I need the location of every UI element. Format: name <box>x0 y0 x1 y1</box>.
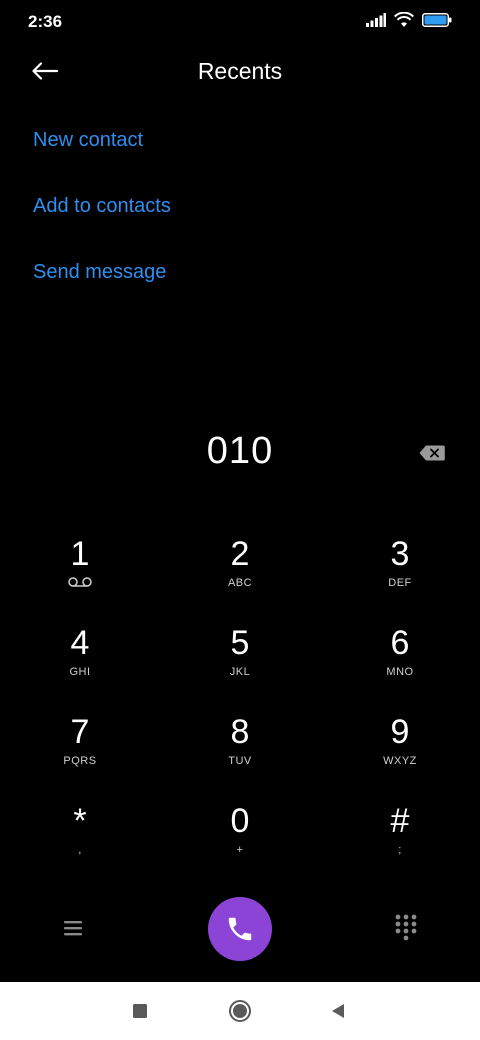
key-digit: 9 <box>390 713 410 751</box>
key-letters: PQRS <box>63 755 97 767</box>
keypad: 1 2 ABC 3 DEF 4 GHI 5 JKL 6 MNO 7 PQRS 8… <box>0 530 480 886</box>
backspace-button[interactable] <box>418 442 446 464</box>
key-digit: # <box>390 802 410 840</box>
key-digit: 1 <box>70 535 90 573</box>
home-icon <box>229 1000 251 1022</box>
key-0[interactable]: 0 + <box>160 797 320 886</box>
key-digit: * <box>73 802 87 840</box>
key-letters: , <box>78 844 82 856</box>
new-contact-link[interactable]: New contact <box>33 112 171 178</box>
dialer-bottom-bar <box>0 896 480 961</box>
key-letters: DEF <box>388 577 412 589</box>
key-6[interactable]: 6 MNO <box>320 619 480 708</box>
backspace-icon <box>419 445 445 461</box>
key-digit: 5 <box>230 624 250 662</box>
key-digit: 7 <box>70 713 90 751</box>
key-7[interactable]: 7 PQRS <box>0 708 160 797</box>
send-message-link[interactable]: Send message <box>33 244 171 310</box>
key-digit: 6 <box>390 624 410 662</box>
dialed-number[interactable]: 010 <box>0 430 480 473</box>
status-bar: 2:36 <box>0 0 480 44</box>
key-letters: ABC <box>227 577 253 589</box>
home-button[interactable] <box>228 999 252 1023</box>
status-icons <box>366 11 452 33</box>
key-letters: + <box>236 844 244 856</box>
key-star[interactable]: * , <box>0 797 160 886</box>
key-letters: JKL <box>229 666 251 678</box>
key-letters: MNO <box>386 666 414 678</box>
key-1[interactable]: 1 <box>0 530 160 619</box>
back-icon <box>332 1004 344 1018</box>
key-digit: 4 <box>70 624 90 662</box>
menu-button[interactable] <box>60 915 86 941</box>
dialpad-icon <box>395 914 417 941</box>
key-digit: 3 <box>390 535 410 573</box>
voicemail-icon <box>67 576 93 590</box>
wifi-icon <box>394 11 414 33</box>
page-title: Recents <box>197 58 283 84</box>
key-5[interactable]: 5 JKL <box>160 619 320 708</box>
key-letters: GHI <box>69 666 91 678</box>
key-9[interactable]: 9 WXYZ <box>320 708 480 797</box>
menu-icon <box>64 921 82 936</box>
system-nav-bar <box>0 982 480 1040</box>
recent-apps-icon <box>133 1004 147 1018</box>
recent-apps-button[interactable] <box>128 999 152 1023</box>
dialpad-toggle-button[interactable] <box>393 913 419 943</box>
dialer-screen: 2:36 Recents New contact Add to contacts… <box>0 0 480 1040</box>
key-digit: 8 <box>230 713 250 751</box>
key-2[interactable]: 2 ABC <box>160 530 320 619</box>
battery-icon <box>422 12 452 32</box>
key-3[interactable]: 3 DEF <box>320 530 480 619</box>
key-8[interactable]: 8 TUV <box>160 708 320 797</box>
status-time: 2:36 <box>28 12 63 31</box>
key-letters: TUV <box>228 755 252 767</box>
action-list: New contact Add to contacts Send message <box>33 112 171 310</box>
key-letters: ; <box>398 844 402 856</box>
key-digit: 2 <box>230 535 250 573</box>
add-to-contacts-link[interactable]: Add to contacts <box>33 178 171 244</box>
call-button[interactable] <box>208 897 272 961</box>
key-hash[interactable]: # ; <box>320 797 480 886</box>
key-digit: 0 <box>230 802 250 840</box>
header: Recents <box>0 44 480 100</box>
phone-icon <box>228 917 252 941</box>
back-nav-button[interactable] <box>326 999 350 1023</box>
key-4[interactable]: 4 GHI <box>0 619 160 708</box>
signal-icon <box>366 12 386 32</box>
key-letters: WXYZ <box>383 755 417 767</box>
